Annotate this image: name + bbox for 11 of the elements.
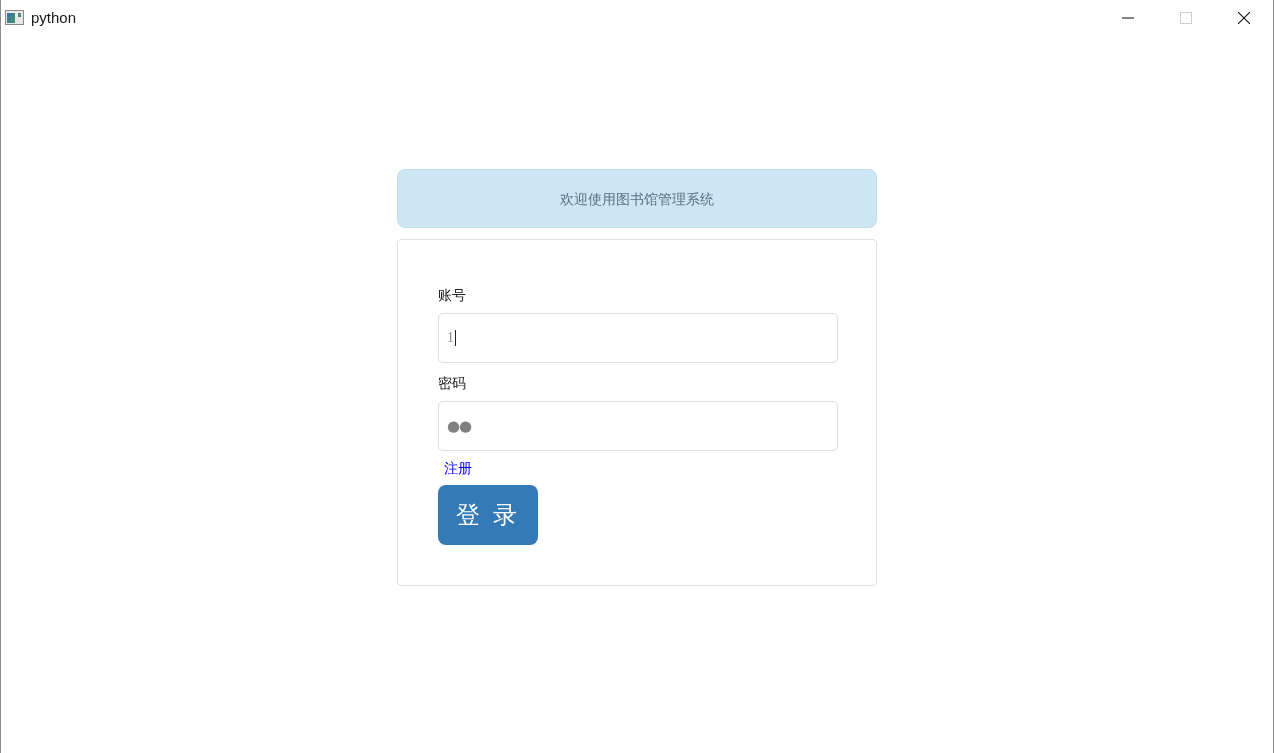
register-link[interactable]: 注册 xyxy=(444,459,472,477)
close-icon xyxy=(1238,11,1250,24)
input-field[interactable]: 1 xyxy=(438,313,838,363)
field-label: 密码 xyxy=(438,374,466,393)
window-title: python xyxy=(31,8,77,27)
login-button[interactable]: 登 录 xyxy=(438,485,538,545)
password-field[interactable]: ●● xyxy=(438,401,838,451)
app-icon xyxy=(5,10,24,25)
field-label: 账号 xyxy=(438,286,466,305)
maximize-icon xyxy=(1180,11,1192,24)
welcome-text: 欢迎使用图书馆管理系统 xyxy=(560,189,714,209)
